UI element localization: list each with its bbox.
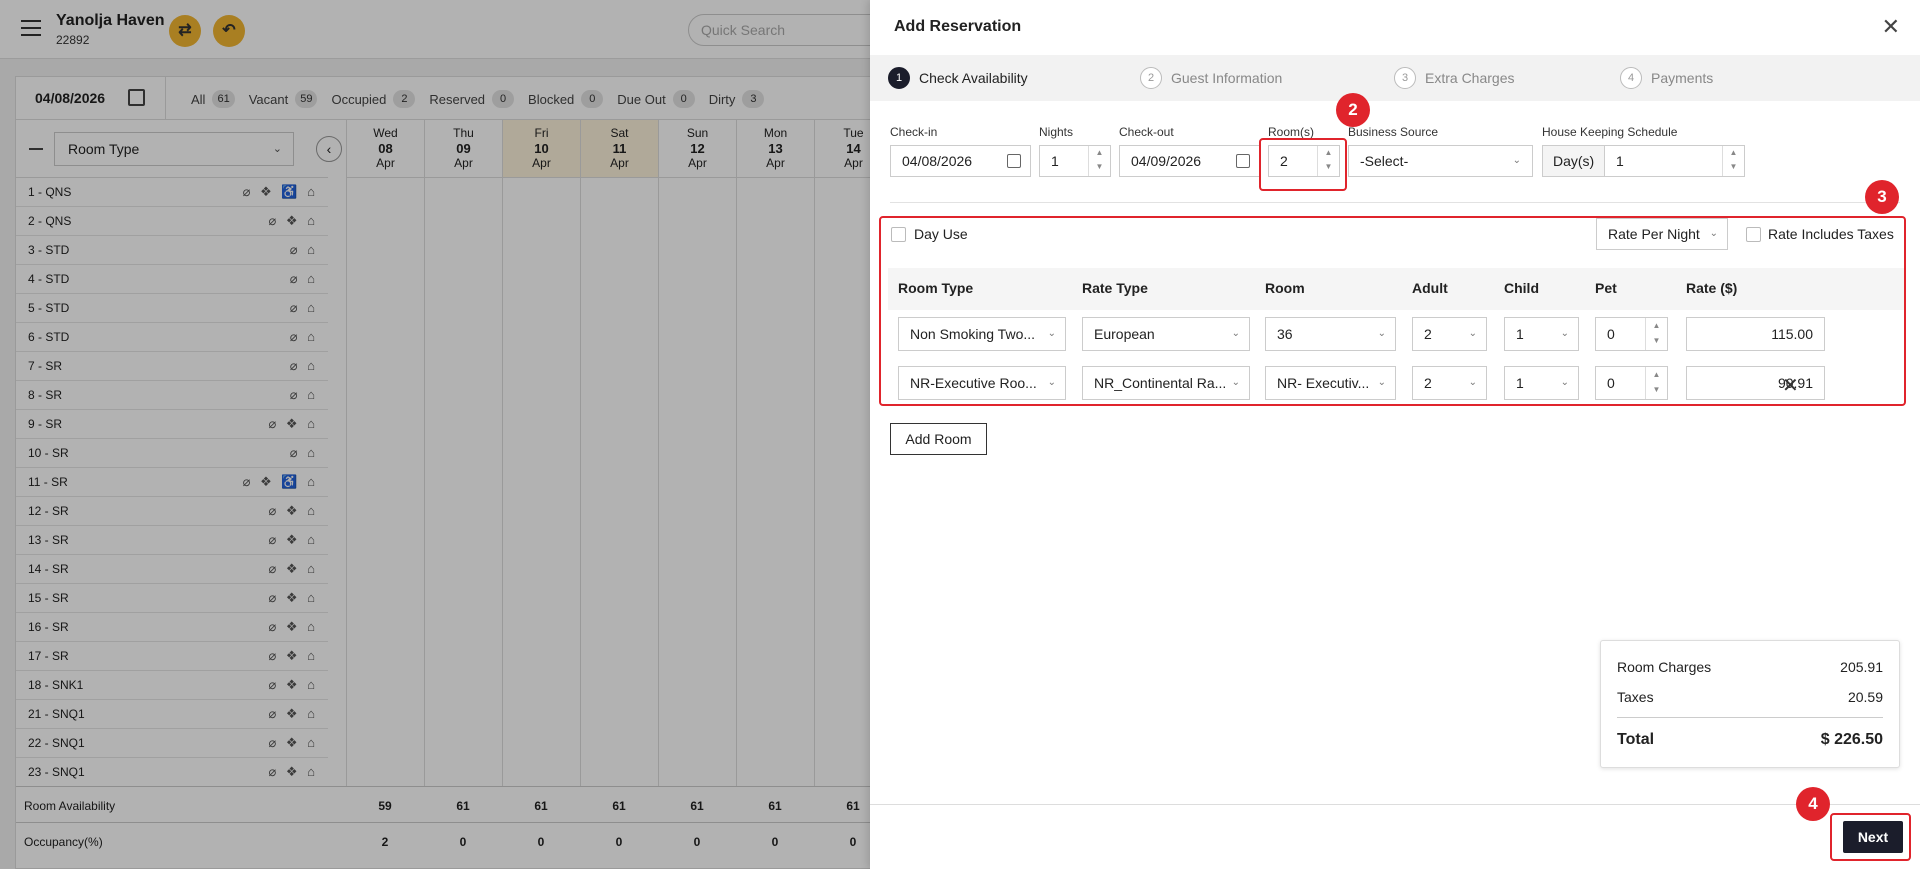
room-charges-label: Room Charges [1617,659,1712,675]
step-extra-charges[interactable]: 3 Extra Charges [1394,67,1514,89]
checkout-field[interactable]: 04/09/2026 [1119,145,1260,177]
summary-divider [1617,717,1883,718]
stepper: 1 Check Availability 2 Guest Information… [870,55,1920,101]
rooms-label: Room(s) [1268,125,1315,139]
annotation-badge-3: 3 [1865,180,1899,214]
total-value: $ 226.50 [1820,731,1883,748]
days-addon: Day(s) [1542,145,1605,177]
add-reservation-drawer: Add Reservation ✕ 1 Check Availability 2… [870,0,1920,869]
step-label: Payments [1651,70,1714,86]
checkin-value: 04/08/2026 [902,153,973,169]
calendar-icon[interactable] [1007,154,1021,168]
drawer-title: Add Reservation [894,18,1022,35]
nights-stepper[interactable]: 1 ▲ ▼ [1039,145,1111,177]
step-check-availability[interactable]: 1 Check Availability [888,67,1028,89]
business-source-label: Business Source [1348,125,1439,139]
checkout-value: 04/09/2026 [1131,153,1202,169]
room-charges-row: Room Charges 205.91 [1617,659,1883,675]
spin-arrows-icon[interactable]: ▲ ▼ [1088,146,1110,176]
spin-arrows-icon[interactable]: ▲ ▼ [1722,146,1744,176]
chevron-down-icon: ⌄ [1512,155,1521,166]
taxes-row: Taxes 20.59 [1617,689,1883,705]
step-number: 3 [1394,67,1416,89]
highlight-room-table [879,216,1906,406]
step-number: 1 [888,67,910,89]
step-label: Check Availability [919,70,1028,86]
close-icon[interactable]: ✕ [1882,16,1900,38]
step-guest-information[interactable]: 2 Guest Information [1140,67,1282,89]
charges-summary: Room Charges 205.91 Taxes 20.59 Total $ … [1600,640,1900,768]
annotation-badge-4: 4 [1796,787,1830,821]
step-label: Extra Charges [1425,70,1515,86]
checkin-label: Check-in [890,125,938,139]
nights-value: 1 [1051,153,1059,169]
housekeeping-value: 1 [1616,153,1624,169]
business-source-select[interactable]: -Select- ⌄ [1348,145,1533,177]
footer-divider [870,804,1920,805]
room-charges-value: 205.91 [1840,659,1883,675]
step-label: Guest Information [1171,70,1283,86]
highlight-rooms [1259,138,1347,191]
checkin-field[interactable]: 04/08/2026 [890,145,1031,177]
overlay[interactable] [0,0,870,869]
calendar-icon[interactable] [1236,154,1250,168]
step-payments[interactable]: 4 Payments [1620,67,1713,89]
total-row: Total $ 226.50 [1617,731,1883,749]
total-label: Total [1617,731,1655,748]
taxes-label: Taxes [1617,689,1654,705]
checkout-label: Check-out [1119,125,1174,139]
housekeeping-label: House Keeping Schedule [1542,125,1678,139]
step-number: 4 [1620,67,1642,89]
add-room-button[interactable]: Add Room [890,423,987,455]
highlight-next [1830,813,1911,861]
nights-label: Nights [1039,125,1074,139]
business-source-value: -Select- [1360,153,1409,169]
housekeeping-stepper[interactable]: 1 ▲ ▼ [1604,145,1745,177]
divider [890,202,1900,203]
step-number: 2 [1140,67,1162,89]
taxes-value: 20.59 [1847,689,1883,705]
annotation-badge-2: 2 [1336,93,1370,127]
